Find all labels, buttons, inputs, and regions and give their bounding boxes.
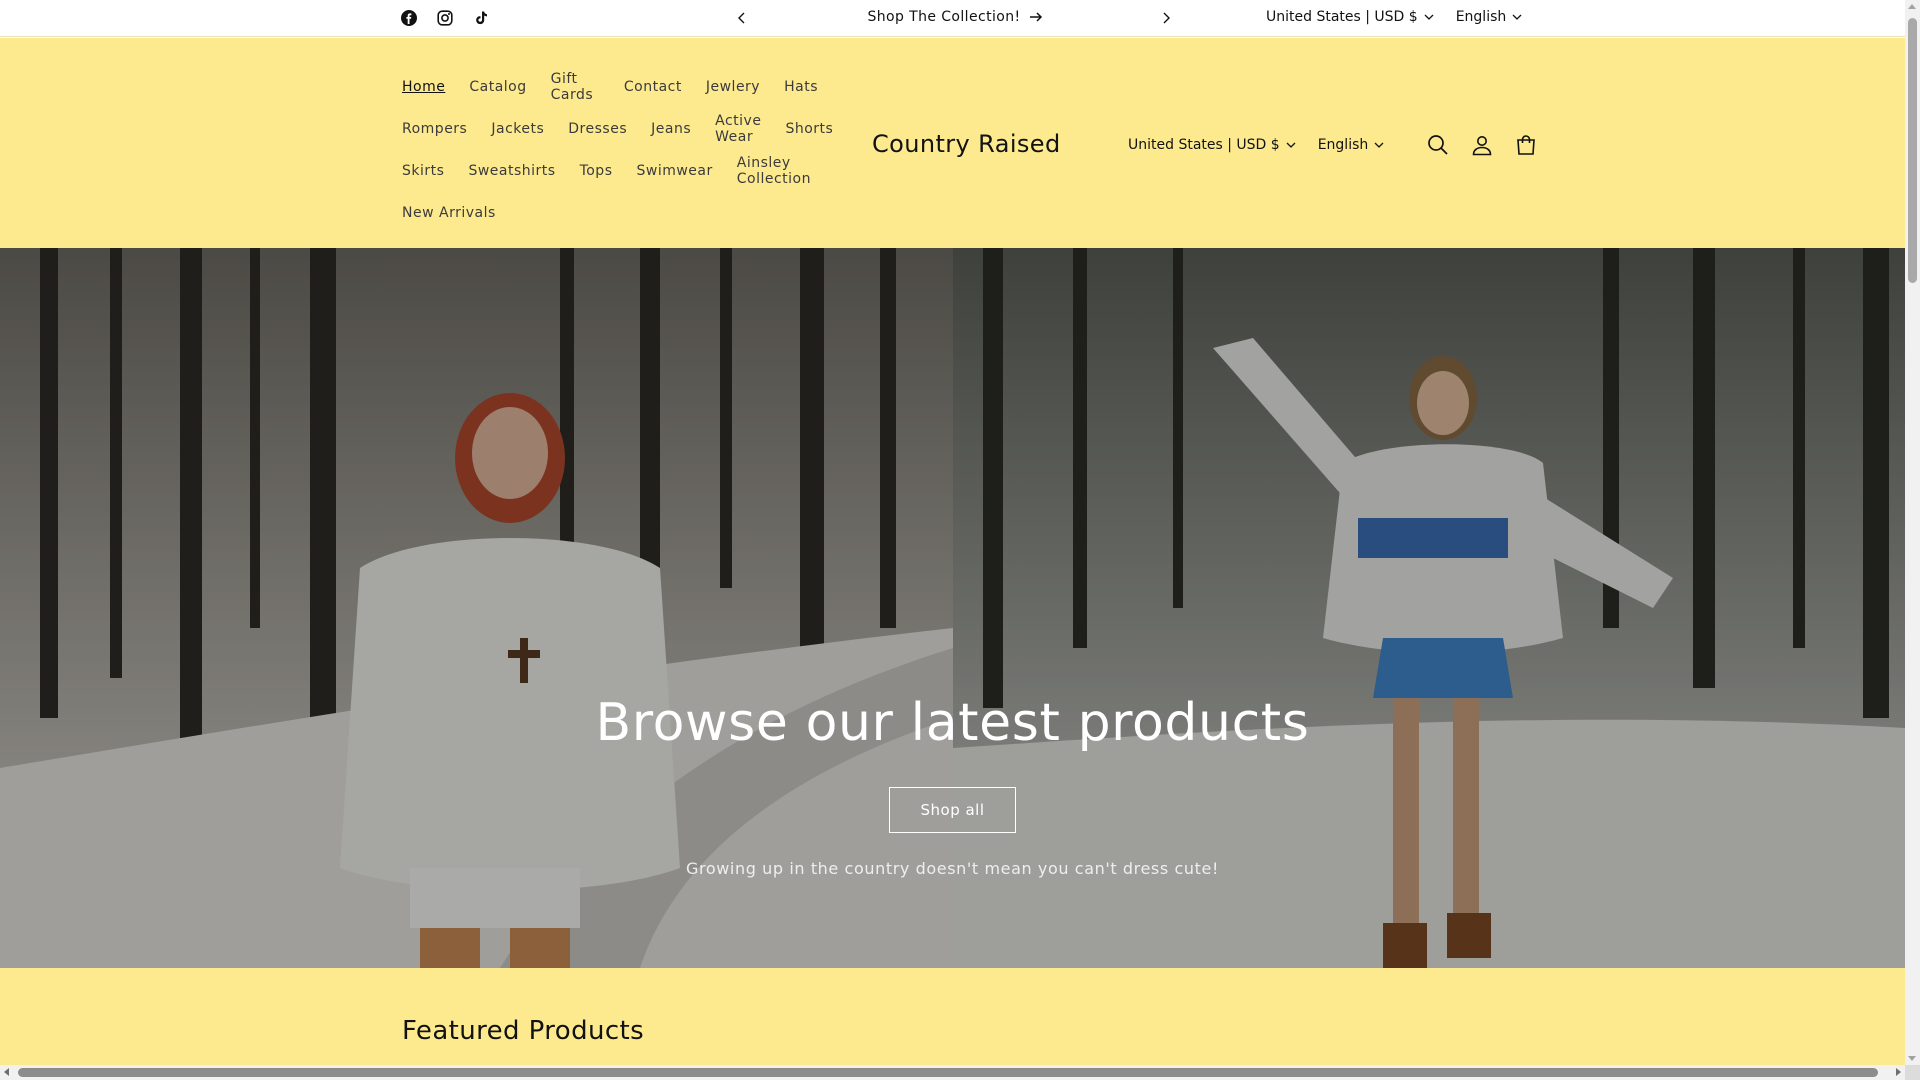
language-selector-top[interactable]: English: [1456, 9, 1523, 25]
nav-item-gift-cards[interactable]: Gift Cards: [551, 71, 600, 103]
hero-content: Browse our latest products Shop all Grow…: [0, 693, 1905, 878]
vertical-scrollbar[interactable]: [1905, 0, 1920, 1065]
horizontal-scrollbar[interactable]: [0, 1065, 1905, 1080]
nav-item-shorts[interactable]: Shorts: [785, 121, 833, 137]
scroll-right-arrow-icon[interactable]: [1896, 1068, 1901, 1076]
featured-products-title: Featured Products: [402, 1016, 645, 1046]
nav-row: Skirts Sweatshirts Tops Swimwear Ainsley…: [402, 150, 842, 192]
announcement-link[interactable]: Shop The Collection!: [760, 9, 1150, 25]
scrollbar-corner: [1905, 1065, 1920, 1080]
language-label: English: [1455, 9, 1507, 25]
instagram-icon[interactable]: [436, 9, 454, 27]
site-header: Home Catalog Gift Cards Contact Jewlery …: [0, 38, 1905, 248]
nav-row: Home Catalog Gift Cards Contact Jewlery …: [402, 66, 842, 108]
country-selector-top[interactable]: United States | USD $: [1266, 9, 1434, 25]
featured-products-section: Featured Products: [0, 968, 1905, 1065]
chevron-left-icon: [738, 12, 745, 24]
horizontal-scroll-thumb[interactable]: [18, 1068, 1878, 1077]
search-icon[interactable]: [1426, 133, 1450, 157]
nav-item-hats[interactable]: Hats: [784, 79, 818, 95]
announcement-localization: United States | USD $ English: [1266, 9, 1536, 25]
chevron-down-icon: [1374, 142, 1384, 148]
header-actions: United States | USD $ English: [1128, 133, 1538, 157]
nav-item-tops[interactable]: Tops: [580, 163, 613, 179]
nav-item-ainsley-collection[interactable]: Ainsley Collection: [737, 155, 818, 187]
nav-item-catalog[interactable]: Catalog: [469, 79, 526, 95]
nav-item-jeans[interactable]: Jeans: [651, 121, 691, 137]
hero-title: Browse our latest products: [595, 693, 1310, 753]
nav-item-sweatshirts[interactable]: Sweatshirts: [468, 163, 555, 179]
nav-item-contact[interactable]: Contact: [624, 79, 682, 95]
nav-item-new-arrivals[interactable]: New Arrivals: [402, 205, 496, 221]
hero-banner: Browse our latest products Shop all Grow…: [0, 248, 1905, 968]
country-label: United States | USD $: [1128, 137, 1280, 153]
vertical-scroll-thumb[interactable]: [1908, 18, 1917, 283]
language-selector[interactable]: English: [1318, 137, 1385, 153]
chevron-down-icon: [1424, 14, 1434, 20]
announcement-prev-button[interactable]: [732, 8, 752, 28]
nav-row: Rompers Jackets Dresses Jeans Active Wea…: [402, 108, 842, 150]
tiktok-icon[interactable]: [472, 9, 490, 27]
scroll-down-arrow-icon[interactable]: [1908, 1056, 1916, 1061]
shop-all-button[interactable]: Shop all: [889, 787, 1016, 833]
chevron-down-icon: [1512, 14, 1522, 20]
announcement-next-button[interactable]: [1156, 8, 1176, 28]
nav-item-home[interactable]: Home: [402, 79, 445, 95]
nav-item-rompers[interactable]: Rompers: [402, 121, 467, 137]
nav-item-jewlery[interactable]: Jewlery: [706, 79, 760, 95]
scroll-up-arrow-icon[interactable]: [1908, 4, 1916, 9]
facebook-icon[interactable]: [400, 9, 418, 27]
chevron-right-icon: [1163, 12, 1170, 24]
nav-item-active-wear[interactable]: Active Wear: [715, 113, 761, 145]
arrow-right-icon: [1029, 12, 1042, 22]
country-selector[interactable]: United States | USD $: [1128, 137, 1296, 153]
announcement-bar: Shop The Collection! United States | USD…: [0, 0, 1905, 37]
page-viewport: Shop The Collection! United States | USD…: [0, 0, 1905, 1065]
announcement-text: Shop The Collection!: [867, 9, 1021, 25]
cart-icon[interactable]: [1514, 133, 1538, 157]
account-icon[interactable]: [1470, 133, 1494, 157]
nav-item-skirts[interactable]: Skirts: [402, 163, 444, 179]
hero-subtitle: Growing up in the country doesn't mean y…: [686, 859, 1219, 878]
scroll-left-arrow-icon[interactable]: [4, 1068, 9, 1076]
brand-logo-text[interactable]: Country Raised: [872, 130, 1061, 158]
main-nav: Home Catalog Gift Cards Contact Jewlery …: [402, 66, 842, 234]
nav-row: New Arrivals: [402, 192, 842, 234]
nav-item-swimwear[interactable]: Swimwear: [636, 163, 712, 179]
country-label: United States | USD $: [1266, 9, 1418, 25]
nav-item-dresses[interactable]: Dresses: [568, 121, 627, 137]
nav-item-jackets[interactable]: Jackets: [491, 121, 544, 137]
language-label: English: [1317, 137, 1369, 153]
chevron-down-icon: [1286, 142, 1296, 148]
social-links: [400, 9, 490, 27]
